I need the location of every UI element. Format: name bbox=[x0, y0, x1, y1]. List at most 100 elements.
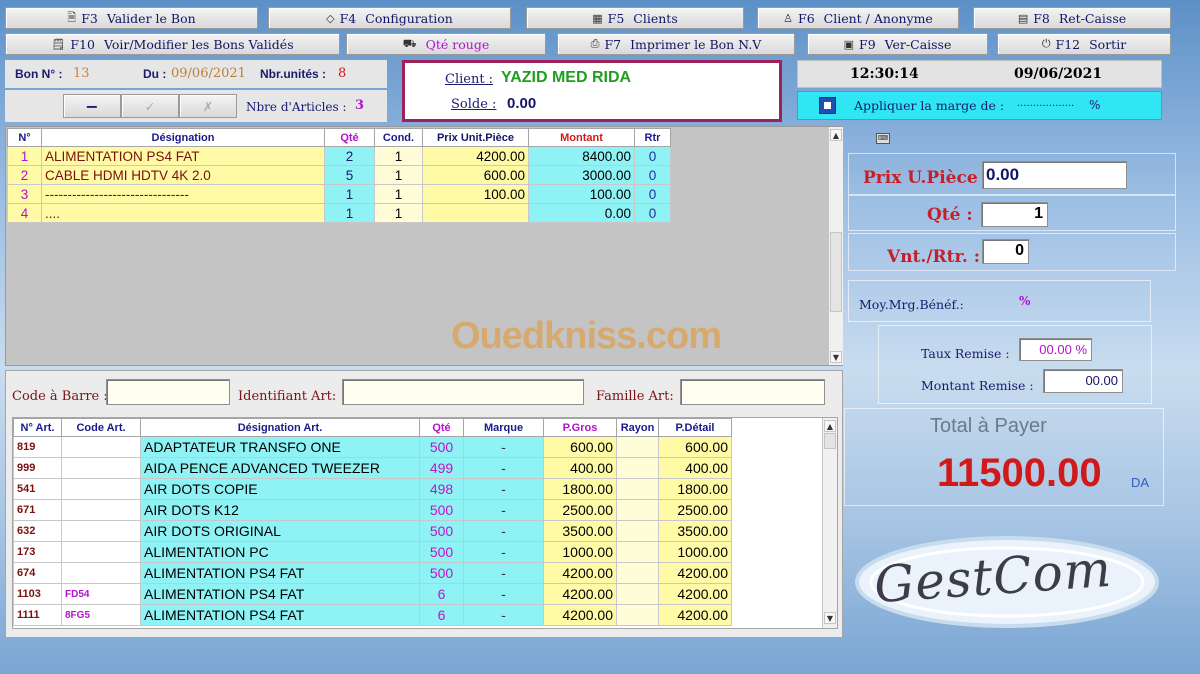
articles-header-2[interactable]: Désignation Art. bbox=[140, 418, 420, 437]
cart-cell[interactable]: 3000.00 bbox=[528, 165, 635, 185]
article-cell[interactable]: 1000.00 bbox=[658, 541, 732, 563]
article-cell[interactable] bbox=[616, 562, 659, 584]
article-cell[interactable]: 4200.00 bbox=[658, 562, 732, 584]
article-cell[interactable] bbox=[616, 478, 659, 500]
article-row[interactable]: 632 AIR DOTS ORIGINAL 500-3500.00 3500.00 bbox=[13, 520, 732, 542]
article-cell[interactable]: - bbox=[463, 478, 544, 500]
article-cell[interactable]: 1111 bbox=[13, 604, 62, 626]
article-cell[interactable]: ADAPTATEUR TRANSFO ONE bbox=[140, 436, 420, 458]
prix-input[interactable]: 0.00 bbox=[982, 161, 1127, 189]
article-cell[interactable]: 1000.00 bbox=[543, 541, 617, 563]
cart-cell[interactable]: 0.00 bbox=[528, 203, 635, 223]
cart-cell[interactable]: 1 bbox=[374, 203, 423, 223]
montant-remise-input[interactable]: 00.00 bbox=[1043, 369, 1123, 393]
article-cell[interactable]: 671 bbox=[13, 499, 62, 521]
cart-cell[interactable]: -------------------------------- bbox=[41, 184, 325, 204]
remove-line-button[interactable]: − bbox=[63, 94, 121, 118]
cart-cell[interactable]: ALIMENTATION PS4 FAT bbox=[41, 146, 325, 166]
row2-button-f10[interactable]: 🗒 F10 Voir/Modifier les Bons Validés bbox=[5, 33, 340, 55]
taux-input[interactable]: 00.00 % bbox=[1019, 338, 1092, 361]
vnt-input[interactable]: 0 bbox=[982, 239, 1029, 264]
cart-cell[interactable]: 2 bbox=[324, 146, 375, 166]
article-cell[interactable] bbox=[61, 520, 141, 542]
cart-cell[interactable]: 100.00 bbox=[422, 184, 529, 204]
scroll-up-icon[interactable]: ▲ bbox=[830, 129, 842, 141]
cart-cell[interactable]: 0 bbox=[634, 203, 671, 223]
article-cell[interactable]: AIR DOTS COPIE bbox=[140, 478, 420, 500]
cart-cell[interactable]: 1 bbox=[324, 203, 375, 223]
row1-button-f5[interactable]: ▦ F5 Clients bbox=[526, 7, 744, 29]
article-cell[interactable]: 2500.00 bbox=[658, 499, 732, 521]
cart-cell[interactable]: CABLE HDMI HDTV 4K 2.0 bbox=[41, 165, 325, 185]
article-row[interactable]: 671 AIR DOTS K12 500-2500.00 2500.00 bbox=[13, 499, 732, 521]
scroll-down-icon[interactable]: ▼ bbox=[830, 351, 842, 363]
article-row[interactable]: 819 ADAPTATEUR TRANSFO ONE 500-600.00 600.0… bbox=[13, 436, 732, 458]
article-cell[interactable]: 4200.00 bbox=[543, 604, 617, 626]
article-cell[interactable]: 1103 bbox=[13, 583, 62, 605]
article-cell[interactable]: AIDA PENCE ADVANCED TWEEZER bbox=[140, 457, 420, 479]
cart-cell[interactable]: 1 bbox=[374, 184, 423, 204]
cart-cell[interactable]: 4 bbox=[7, 203, 42, 223]
cart-header-6[interactable]: Rtr bbox=[634, 128, 671, 147]
cart-cell[interactable]: 0 bbox=[634, 184, 671, 204]
cart-cell[interactable]: 2 bbox=[7, 165, 42, 185]
article-cell[interactable] bbox=[616, 583, 659, 605]
confirm-line-button[interactable]: ✓ bbox=[121, 94, 179, 118]
article-cell[interactable]: ALIMENTATION PS4 FAT bbox=[140, 604, 420, 626]
cart-cell[interactable]: 8400.00 bbox=[528, 146, 635, 166]
article-row[interactable]: 173 ALIMENTATION PC 500-1000.00 1000.00 bbox=[13, 541, 732, 563]
article-row[interactable]: 999 AIDA PENCE ADVANCED TWEEZER 499-400.00… bbox=[13, 457, 732, 479]
cart-header-4[interactable]: Prix Unit.Pièce bbox=[422, 128, 529, 147]
barcode-input[interactable] bbox=[106, 379, 230, 405]
article-cell[interactable]: 3500.00 bbox=[658, 520, 732, 542]
cart-row[interactable]: 2 CABLE HDMI HDTV 4K 2.0 5 1 600.00 3000.00 0 bbox=[7, 165, 671, 185]
cart-cell[interactable]: 600.00 bbox=[422, 165, 529, 185]
article-cell[interactable]: 600.00 bbox=[543, 436, 617, 458]
article-cell[interactable] bbox=[61, 541, 141, 563]
row1-button-f8[interactable]: ▤ F8 Ret-Caisse bbox=[973, 7, 1171, 29]
scroll-thumb[interactable] bbox=[824, 433, 836, 449]
cart-header-1[interactable]: Désignation bbox=[41, 128, 325, 147]
qte-input[interactable]: 1 bbox=[981, 202, 1048, 227]
article-cell[interactable]: 400.00 bbox=[658, 457, 732, 479]
article-cell[interactable] bbox=[61, 457, 141, 479]
cart-header-2[interactable]: Qté bbox=[324, 128, 375, 147]
article-cell[interactable]: 499 bbox=[419, 457, 464, 479]
article-cell[interactable]: 8FG5 bbox=[61, 604, 141, 626]
article-row[interactable]: 1111 8FG5 ALIMENTATION PS4 FAT 6-4200.00 420… bbox=[13, 604, 732, 626]
articles-header-6[interactable]: Rayon bbox=[616, 418, 659, 437]
cart-header-3[interactable]: Cond. bbox=[374, 128, 423, 147]
article-cell[interactable] bbox=[61, 436, 141, 458]
article-cell[interactable] bbox=[616, 499, 659, 521]
articles-header-4[interactable]: Marque bbox=[463, 418, 544, 437]
articles-header-7[interactable]: P.Détail bbox=[658, 418, 732, 437]
article-cell[interactable]: 500 bbox=[419, 562, 464, 584]
cart-cell[interactable]: 100.00 bbox=[528, 184, 635, 204]
article-cell[interactable] bbox=[616, 520, 659, 542]
cart-row[interactable]: 4.... 1 1 0.00 0 bbox=[7, 203, 671, 223]
article-cell[interactable]: - bbox=[463, 520, 544, 542]
article-row[interactable]: 674 ALIMENTATION PS4 FAT 500-4200.00 4200.0… bbox=[13, 562, 732, 584]
article-cell[interactable]: AIR DOTS K12 bbox=[140, 499, 420, 521]
articles-header-3[interactable]: Qté bbox=[419, 418, 464, 437]
cart-cell[interactable]: 3 bbox=[7, 184, 42, 204]
cart-cell[interactable]: 5 bbox=[324, 165, 375, 185]
family-input[interactable] bbox=[680, 379, 825, 405]
article-cell[interactable]: 600.00 bbox=[658, 436, 732, 458]
marge-checkbox[interactable] bbox=[819, 97, 836, 114]
article-cell[interactable]: 4200.00 bbox=[543, 562, 617, 584]
article-cell[interactable]: - bbox=[463, 541, 544, 563]
row2-button-f7[interactable]: ⎙ F7 Imprimer le Bon N.V bbox=[557, 33, 795, 55]
article-cell[interactable]: 1800.00 bbox=[658, 478, 732, 500]
scroll-up-icon[interactable]: ▲ bbox=[824, 420, 836, 432]
cart-cell[interactable]: 0 bbox=[634, 146, 671, 166]
keyboard-icon[interactable]: ⌨ bbox=[876, 133, 890, 144]
cart-grid[interactable]: N° Désignation Qté Cond. Prix Unit.Pièce Mont… bbox=[5, 126, 843, 366]
article-cell[interactable] bbox=[616, 541, 659, 563]
cart-cell[interactable] bbox=[422, 203, 529, 223]
article-cell[interactable] bbox=[616, 457, 659, 479]
article-cell[interactable]: 4200.00 bbox=[658, 604, 732, 626]
article-cell[interactable]: 819 bbox=[13, 436, 62, 458]
cart-cell[interactable]: 1 bbox=[374, 165, 423, 185]
articles-header-1[interactable]: Code Art. bbox=[61, 418, 141, 437]
